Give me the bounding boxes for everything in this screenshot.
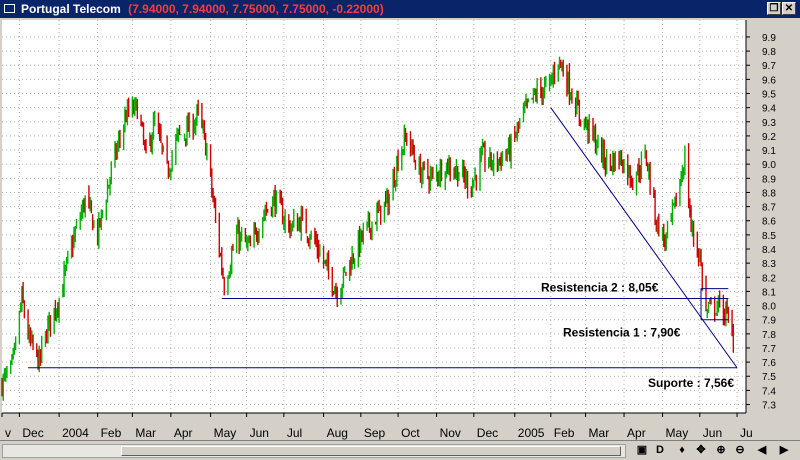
y-tick-label: 7.9 [762, 316, 776, 327]
y-tick-label: 7.5 [762, 372, 776, 383]
close-icon[interactable]: ✕ [782, 2, 796, 15]
x-tick-label: May [214, 426, 237, 440]
annotation-label: Resistencia 2 : 8,05€ [541, 280, 659, 294]
x-tick-label: Sep [364, 426, 386, 440]
y-tick-label: 9.2 [762, 132, 776, 143]
periodicity-icon[interactable]: ♦ [674, 443, 690, 458]
y-tick-label: 8.5 [762, 231, 776, 242]
bottom-toolbar: ▣ D ♦ ✥ ⊕ ⊖ ◀ ▶ [0, 440, 800, 460]
y-tick-label: 8.1 [762, 287, 776, 298]
x-tick-label: Jun [250, 426, 269, 440]
window-title: Portugal Telecom [21, 2, 121, 16]
x-tick-label: 2004 [62, 426, 89, 440]
chart-style-icon[interactable]: ▣ [634, 443, 650, 458]
x-tick-label: Dec [22, 426, 43, 440]
x-tick-label: Oct [401, 426, 420, 440]
zoom-out-icon[interactable]: ⊖ [732, 443, 748, 458]
x-tick-label: May [666, 426, 689, 440]
restore-icon[interactable]: ❐ [767, 2, 781, 15]
x-tick-label: Aug [327, 426, 348, 440]
y-tick-label: 9.1 [762, 146, 776, 157]
x-tick-label: Mar [135, 426, 156, 440]
x-tick-label: Jul [287, 426, 302, 440]
window-icon [4, 4, 15, 13]
x-tick-label: Jun [703, 426, 722, 440]
scrollbar-thumb[interactable] [121, 446, 621, 456]
move-icon[interactable]: ✥ [693, 443, 709, 458]
price-chart[interactable]: Resistencia 2 : 8,05€ Resistencia 1 : 7,9… [0, 18, 800, 440]
y-tick-label: 8.9 [762, 174, 776, 185]
y-tick-label: 8.0 [762, 302, 776, 313]
y-tick-label: 9.4 [762, 104, 776, 115]
y-tick-label: 8.6 [762, 217, 776, 228]
y-tick-label: 7.7 [762, 344, 776, 355]
x-tick-label: Apr [174, 426, 193, 440]
window-title-group: Portugal Telecom (7.94000, 7.94000, 7.75… [21, 0, 384, 18]
y-tick-label: 7.4 [762, 386, 776, 397]
y-tick-label: 7.3 [762, 401, 776, 412]
y-tick-label: 9.3 [762, 118, 776, 129]
y-tick-label: 8.8 [762, 188, 776, 199]
daily-period-button[interactable]: D [652, 443, 668, 458]
y-tick-label: 8.7 [762, 203, 776, 214]
y-tick-label: 9.0 [762, 160, 776, 171]
x-tick-label: Dec [477, 426, 498, 440]
y-tick-label: 9.6 [762, 75, 776, 86]
quote-values: (7.94000, 7.94000, 7.75000, 7.75000, -0.… [128, 2, 384, 16]
x-tick-label: Ju [740, 426, 753, 440]
x-tick-label: v [5, 426, 11, 440]
y-tick-label: 7.8 [762, 330, 776, 341]
y-tick-label: 8.3 [762, 259, 776, 270]
y-tick-label: 9.5 [762, 90, 776, 101]
x-tick-label: Apr [627, 426, 646, 440]
scroll-right-icon[interactable]: ▶ [776, 443, 792, 458]
y-tick-label: 9.7 [762, 61, 776, 72]
annotation-label: Suporte : 7,56€ [648, 376, 734, 390]
title-bar[interactable]: Portugal Telecom (7.94000, 7.94000, 7.75… [0, 0, 800, 18]
x-tick-label: 2005 [518, 426, 545, 440]
x-tick-label: Feb [554, 426, 575, 440]
x-tick-label: Mar [589, 426, 610, 440]
horizontal-scrollbar[interactable] [2, 444, 626, 458]
zoom-in-icon[interactable]: ⊕ [713, 443, 729, 458]
chart-window: Portugal Telecom (7.94000, 7.94000, 7.75… [0, 0, 800, 460]
scroll-left-icon[interactable]: ◀ [754, 443, 770, 458]
y-tick-label: 9.9 [762, 33, 776, 44]
y-tick-label: 8.2 [762, 273, 776, 284]
annotation-label: Resistencia 1 : 7,90€ [563, 326, 681, 340]
x-tick-label: Nov [440, 426, 461, 440]
y-tick-label: 9.8 [762, 47, 776, 58]
y-tick-label: 8.4 [762, 245, 776, 256]
y-tick-label: 7.6 [762, 358, 776, 369]
x-tick-label: Feb [101, 426, 122, 440]
